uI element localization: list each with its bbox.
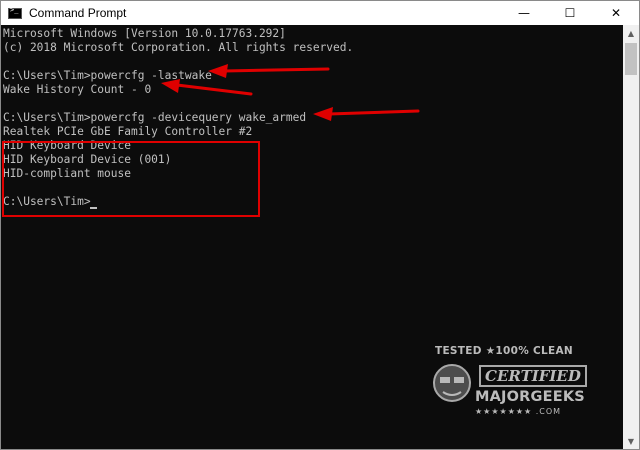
command-prompt-window: Command Prompt — ☐ ✕ Microsoft Windows [… — [0, 0, 640, 450]
console-line: Microsoft Windows [Version 10.0.17763.29… — [3, 27, 286, 40]
arrow-annotation-lastwake — [208, 64, 330, 78]
close-button[interactable]: ✕ — [593, 1, 639, 25]
highlight-box — [2, 141, 260, 217]
majorgeeks-watermark: TESTED ★100% CLEAN CERTIFIED MAJORGEEKS … — [429, 345, 587, 425]
minimize-button[interactable]: — — [501, 1, 547, 25]
scroll-up-arrow-icon[interactable]: ▲ — [623, 25, 639, 41]
scroll-down-arrow-icon[interactable]: ▼ — [623, 433, 639, 449]
arrow-annotation-wake-history — [161, 79, 253, 96]
watermark-mascot-icon — [433, 364, 471, 402]
window-title: Command Prompt — [29, 6, 127, 20]
arrow-annotation-devicequery — [313, 107, 420, 121]
console-line: Wake History Count - 0 — [3, 83, 152, 96]
window-controls: — ☐ ✕ — [501, 1, 639, 25]
command-prompt-icon — [8, 6, 22, 19]
console-line: C:\Users\Tim>powercfg -devicequery wake_… — [3, 111, 307, 124]
console-line: Realtek PCIe GbE Family Controller #2 — [3, 125, 253, 138]
console-output[interactable]: Microsoft Windows [Version 10.0.17763.29… — [1, 25, 624, 449]
watermark-certified: CERTIFIED — [479, 365, 587, 387]
scroll-thumb[interactable] — [625, 43, 637, 75]
watermark-tested: TESTED ★100% CLEAN — [435, 345, 573, 357]
maximize-button[interactable]: ☐ — [547, 1, 593, 25]
console-line: (c) 2018 Microsoft Corporation. All righ… — [3, 41, 354, 54]
title-bar[interactable]: Command Prompt — ☐ ✕ — [1, 1, 639, 25]
watermark-brand: MAJORGEEKS — [475, 389, 585, 405]
watermark-com: ★★★★★★★ .COM — [475, 407, 562, 416]
vertical-scrollbar[interactable]: ▲ ▼ — [623, 25, 639, 449]
